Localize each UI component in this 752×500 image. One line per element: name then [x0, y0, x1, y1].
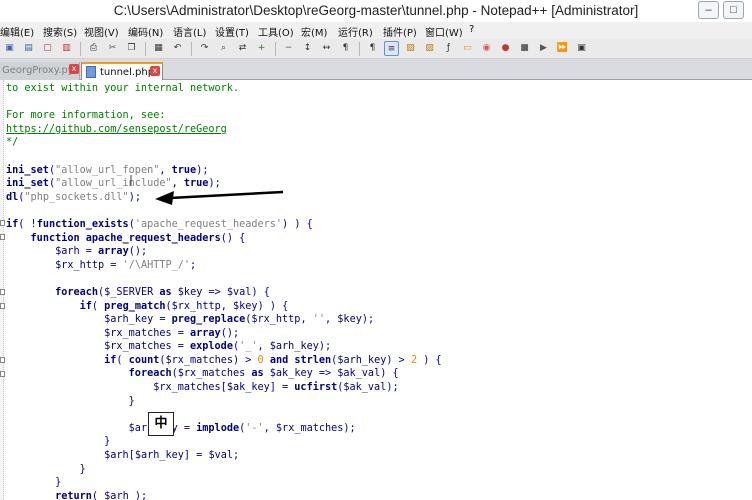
- play-macro-icon[interactable]: ▶: [536, 41, 551, 56]
- menu-item[interactable]: 宏(M): [301, 24, 327, 39]
- menu-item[interactable]: 编辑(E): [0, 24, 34, 39]
- cut-icon[interactable]: ✂: [105, 41, 120, 56]
- menu-item[interactable]: 窗口(W): [425, 24, 463, 39]
- udl-icon[interactable]: ▧: [403, 41, 418, 56]
- menu-item[interactable]: 语言(L): [173, 24, 206, 39]
- sync-vertical-icon[interactable]: ↕: [300, 41, 315, 56]
- menu-item[interactable]: 视图(V): [84, 24, 119, 39]
- find-icon[interactable]: ⌕: [216, 41, 231, 56]
- toolbar-separator: [80, 42, 81, 56]
- maximize-button[interactable]: □: [723, 1, 744, 19]
- ime-indicator[interactable]: 中: [148, 412, 174, 436]
- menu-item[interactable]: 搜索(S): [43, 24, 77, 39]
- title-bar: C:\Users\Administrator\Desktop\reGeorg-m…: [0, 0, 752, 22]
- minimize-button[interactable]: –: [698, 1, 719, 19]
- tab-label: tunnel.php: [100, 67, 155, 78]
- monitor-icon[interactable]: ◉: [479, 41, 494, 56]
- doc-map-icon[interactable]: ▨: [422, 41, 437, 56]
- menu-item[interactable]: 插件(P): [383, 24, 417, 39]
- paste-icon[interactable]: ▦: [151, 41, 166, 56]
- print-icon[interactable]: ⎙: [86, 41, 101, 56]
- file-icon: [86, 66, 96, 78]
- zoom-in-icon[interactable]: +: [254, 41, 269, 56]
- stop-macro-icon[interactable]: ■: [517, 41, 532, 56]
- save-all-icon[interactable]: ▤: [21, 41, 36, 56]
- close-icon[interactable]: x: [69, 64, 79, 74]
- record-macro-icon[interactable]: ●: [498, 41, 513, 56]
- word-wrap-icon[interactable]: ¶: [338, 41, 353, 56]
- toolbar-separator: [275, 42, 276, 56]
- close-icon[interactable]: ▢: [40, 41, 55, 56]
- toolbar-separator: [145, 42, 146, 56]
- code-editor[interactable]: to exist within your internal network. F…: [0, 80, 752, 500]
- annotation-arrow: [130, 175, 284, 205]
- menu-bar: 编辑(E) 搜索(S) 视图(V) 编码(N) 语言(L) 设置(T) 工具(O) 宏(M) 运…: [0, 22, 752, 39]
- close-all-icon[interactable]: ▥: [59, 41, 74, 56]
- tab-tunnel-php[interactable]: tunnel.php x: [81, 62, 163, 80]
- function-list-icon[interactable]: ƒ: [441, 41, 456, 56]
- run-macro-multiple-icon[interactable]: ⏩: [555, 41, 570, 56]
- tab-bar: GeorgProxy.py x tunnel.php x: [0, 59, 752, 80]
- menu-item[interactable]: 运行(R): [338, 24, 373, 39]
- all-chars-icon[interactable]: ¶: [365, 41, 380, 56]
- indent-guide-icon[interactable]: ≡: [384, 41, 399, 56]
- close-icon[interactable]: x: [150, 66, 160, 76]
- undo-icon[interactable]: ↶: [170, 41, 185, 56]
- menu-item[interactable]: 编码(N): [128, 24, 163, 39]
- save-icon[interactable]: ▣: [2, 41, 17, 56]
- toolbar-separator: [359, 42, 360, 56]
- menu-item[interactable]: ?: [469, 24, 474, 35]
- copy-icon[interactable]: ❐: [124, 41, 139, 56]
- tab-label: GeorgProxy.py: [2, 65, 74, 76]
- replace-icon[interactable]: ⇄: [235, 41, 250, 56]
- menu-item[interactable]: 设置(T): [215, 24, 249, 39]
- toolbar: ▣ ▤ ▢ ▥ ⎙ ✂ ❐ ▦ ↶ ↷ ⌕ ⇄ + − ↕ ↔ ¶ ¶ ≡ ▧ ▨ ƒ ▭ ◉ ● ■ ▶ ⏩ ▣: [0, 39, 752, 59]
- redo-icon[interactable]: ↷: [197, 41, 212, 56]
- save-macro-icon[interactable]: ▣: [574, 41, 589, 56]
- sync-horizontal-icon[interactable]: ↔: [319, 41, 334, 56]
- window-title: C:\Users\Administrator\Desktop\reGeorg-m…: [113, 3, 639, 18]
- tab-georgproxy[interactable]: GeorgProxy.py x: [0, 62, 80, 80]
- toolbar-separator: [191, 42, 192, 56]
- zoom-out-icon[interactable]: −: [281, 41, 296, 56]
- menu-item[interactable]: 工具(O): [258, 24, 294, 39]
- folder-workspace-icon[interactable]: ▭: [460, 41, 475, 56]
